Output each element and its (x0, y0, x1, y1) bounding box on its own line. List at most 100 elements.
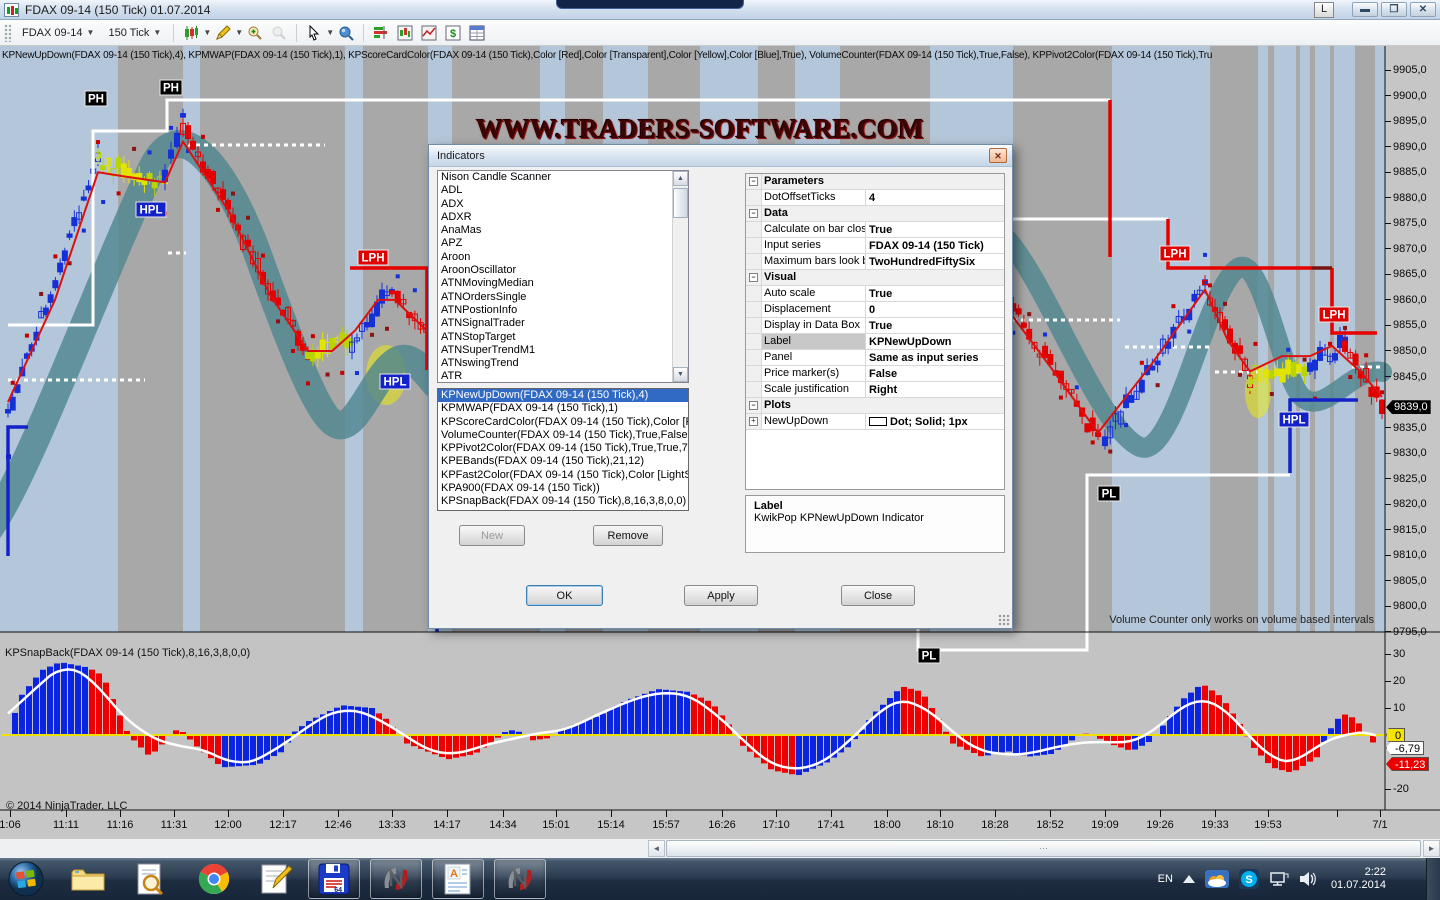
scroll-down-button[interactable]: ▼ (673, 367, 688, 382)
list-scrollbar[interactable]: ▲ ▼ (672, 171, 688, 382)
remove-button[interactable]: Remove (593, 525, 663, 546)
taskbar-app-ninjatrader[interactable] (370, 859, 422, 899)
market-depth-button[interactable] (369, 22, 393, 44)
taskbar-app-floppy[interactable]: 64 (308, 859, 360, 899)
applied-indicator-item[interactable]: VolumeCounter(FDAX 09-14 (150 Tick),True… (438, 429, 688, 442)
account-button[interactable]: $ (441, 22, 465, 44)
taskbar-explorer[interactable] (68, 860, 108, 898)
scroll-right-button[interactable]: ► (1423, 840, 1440, 857)
weather-cloud-icon[interactable] (1205, 870, 1229, 888)
toolbar-grip[interactable] (4, 24, 11, 42)
taskbar-clock[interactable]: 2:22 01.07.2014 (1331, 866, 1386, 892)
indicators-dialog[interactable]: Indicators ✕ Nison Candle ScannerADLADXA… (428, 144, 1013, 629)
indicator-list-item[interactable]: Nison Candle Scanner (438, 171, 688, 184)
chevron-down-icon[interactable]: ▼ (235, 28, 243, 37)
grid-category-row[interactable]: –Visual (746, 270, 1004, 286)
grid-category-row[interactable]: –Plots (746, 398, 1004, 414)
taskbar-notepad[interactable] (256, 860, 296, 898)
data-box-button[interactable] (334, 22, 358, 44)
applied-indicators-list[interactable]: KPNewUpDown(FDAX 09-14 (150 Tick),4)KPMW… (437, 388, 689, 511)
dialog-close-button2[interactable]: Close (841, 585, 915, 606)
applied-indicator-item[interactable]: KPFast2Color(FDAX 09-14 (150 Tick),Color… (438, 469, 688, 482)
new-button[interactable]: New (459, 525, 525, 546)
indicator-list-item[interactable]: Aroon (438, 251, 688, 264)
grid-property-row[interactable]: Maximum bars look baTwoHundredFiftySix (746, 254, 1004, 270)
applied-indicator-item[interactable]: KPEBands(FDAX 09-14 (150 Tick),21,12) (438, 455, 688, 468)
draw-button[interactable] (211, 22, 235, 44)
indicator-list-item[interactable]: ATNSuperTrendM1 (438, 344, 688, 357)
grid-property-row[interactable]: PanelSame as input series (746, 350, 1004, 366)
grid-property-row[interactable]: Scale justificationRight (746, 382, 1004, 398)
scroll-up-button[interactable]: ▲ (673, 171, 688, 186)
horizontal-scrollbar[interactable]: ◄ ⋯ ► (0, 838, 1440, 858)
zoom-in-button[interactable] (243, 22, 267, 44)
instrument-dropdown[interactable]: FDAX 09-14▼ (15, 24, 101, 42)
indicator-list-item[interactable]: ATNswingTrend (438, 357, 688, 370)
indicator-list-item[interactable]: ATR (438, 370, 688, 383)
cursor-tool-button[interactable] (302, 22, 326, 44)
grid-property-row[interactable]: Display in Data BoxTrue (746, 318, 1004, 334)
dialog-titlebar[interactable]: Indicators ✕ (429, 145, 1012, 167)
time-tick (1215, 810, 1216, 817)
taskbar-app-ninjatrader2[interactable] (494, 859, 546, 899)
scroll-thumb[interactable] (673, 188, 688, 218)
indicator-list-item[interactable]: ATNPostionInfo (438, 304, 688, 317)
indicator-list-item[interactable]: ATNMovingMedian (438, 277, 688, 290)
dialog-close-button[interactable]: ✕ (989, 148, 1007, 163)
indicator-list-item[interactable]: ATNSignalTrader (438, 317, 688, 330)
chart-window-button[interactable] (393, 22, 417, 44)
interval-dropdown[interactable]: 150 Tick▼ (101, 24, 168, 42)
chevron-down-icon[interactable]: ▼ (326, 28, 334, 37)
oscillator-tick: 20 (1385, 675, 1405, 687)
grid-property-row[interactable]: DotOffsetTicks4 (746, 190, 1004, 206)
scroll-thumb[interactable]: ⋯ (666, 840, 1421, 857)
indicator-list-item[interactable]: ATNStopTarget (438, 331, 688, 344)
applied-indicator-item[interactable]: KPSnapBack(FDAX 09-14 (150 Tick),8,16,3,… (438, 495, 688, 508)
grid-category-row[interactable]: –Data (746, 206, 1004, 222)
link-button[interactable]: L (1314, 2, 1334, 18)
taskbar-search[interactable] (130, 860, 170, 898)
applied-indicator-item[interactable]: KPA900(FDAX 09-14 (150 Tick)) (438, 482, 688, 495)
taskbar-app-document[interactable]: A (432, 859, 484, 899)
indicator-list-item[interactable]: ADXR (438, 211, 688, 224)
indicator-list-item[interactable]: ADX (438, 198, 688, 211)
grid-panel-button[interactable] (465, 22, 489, 44)
chevron-down-icon[interactable]: ▼ (203, 28, 211, 37)
scroll-left-button[interactable]: ◄ (648, 840, 665, 857)
applied-indicator-item[interactable]: KPNewUpDown(FDAX 09-14 (150 Tick),4) (438, 389, 688, 402)
start-button[interactable] (6, 860, 46, 898)
grid-category-row[interactable]: –Parameters (746, 174, 1004, 190)
grid-property-row[interactable]: Auto scaleTrue (746, 286, 1004, 302)
tray-expand-icon[interactable] (1183, 875, 1195, 883)
grid-property-row[interactable]: LabelKPNewUpDown (746, 334, 1004, 350)
chart-style-button[interactable] (179, 22, 203, 44)
indicator-list-item[interactable]: ATNOrdersSingle (438, 291, 688, 304)
grid-property-row[interactable]: Price marker(s)False (746, 366, 1004, 382)
minimize-button[interactable]: ▬ (1352, 2, 1378, 17)
network-icon[interactable] (1269, 871, 1289, 887)
grid-property-row[interactable]: +NewUpDownDot; Solid; 1px (746, 414, 1004, 430)
close-button[interactable]: ✕ (1410, 2, 1436, 17)
grid-property-row[interactable]: Displacement0 (746, 302, 1004, 318)
skype-icon[interactable]: S (1239, 869, 1259, 889)
applied-indicator-item[interactable]: KPScoreCardColor(FDAX 09-14 (150 Tick),C… (438, 416, 688, 429)
show-desktop-button[interactable] (1426, 858, 1440, 900)
available-indicators-list[interactable]: Nison Candle ScannerADLADXADXRAnaMasAPZA… (437, 170, 689, 383)
properties-grid[interactable]: –ParametersDotOffsetTicks4–DataCalculate… (745, 173, 1005, 490)
apply-button[interactable]: Apply (684, 585, 758, 606)
taskbar-chrome[interactable] (194, 860, 234, 898)
ok-button[interactable]: OK (526, 585, 603, 606)
grid-property-row[interactable]: Calculate on bar closeTrue (746, 222, 1004, 238)
grid-property-row[interactable]: Input seriesFDAX 09-14 (150 Tick) (746, 238, 1004, 254)
indicator-list-item[interactable]: AnaMas (438, 224, 688, 237)
applied-indicator-item[interactable]: KPPivot2Color(FDAX 09-14 (150 Tick),True… (438, 442, 688, 455)
resize-grip[interactable] (998, 614, 1010, 626)
language-indicator[interactable]: EN (1158, 873, 1173, 885)
restore-button[interactable]: ❐ (1381, 2, 1407, 17)
indicator-list-item[interactable]: ADL (438, 184, 688, 197)
speaker-icon[interactable] (1299, 871, 1317, 887)
indicator-list-item[interactable]: AroonOscillator (438, 264, 688, 277)
indicator-list-item[interactable]: APZ (438, 237, 688, 250)
line-chart-button[interactable] (417, 22, 441, 44)
applied-indicator-item[interactable]: KPMWAP(FDAX 09-14 (150 Tick),1) (438, 402, 688, 415)
